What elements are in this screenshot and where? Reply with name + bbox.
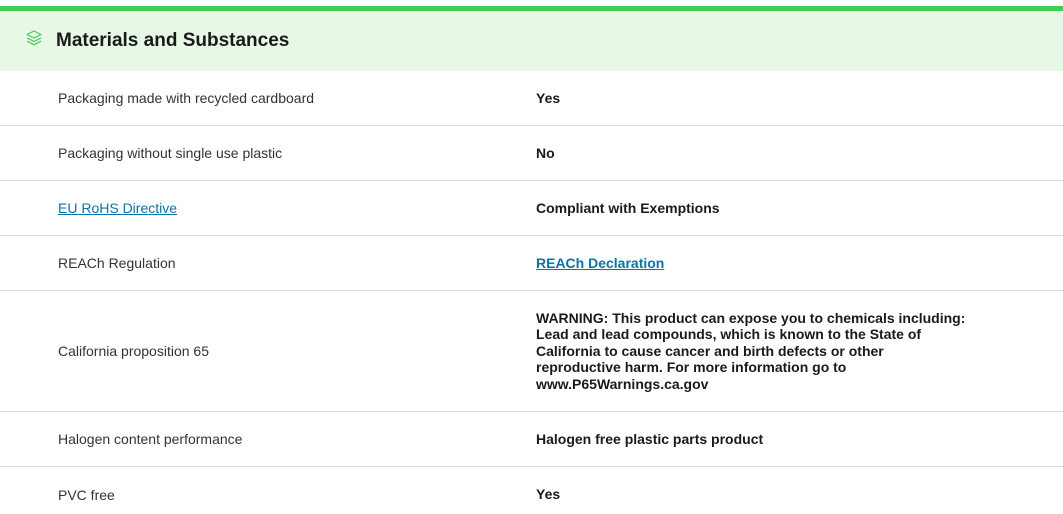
attribute-value: Yes — [536, 486, 561, 503]
attribute-label: Packaging without single use plastic — [58, 145, 283, 161]
attribute-label: Packaging made with recycled cardboard — [58, 90, 315, 106]
table-row: EU RoHS Directive Compliant with Exempti… — [0, 181, 1063, 236]
attribute-label: Halogen content performance — [58, 431, 243, 447]
attribute-value-cell: REACh Declaration — [536, 255, 966, 272]
table-row: California proposition 65 WARNING: This … — [0, 291, 1063, 412]
eu-rohs-directive-link[interactable]: EU RoHS Directive — [58, 200, 177, 216]
attribute-value: No — [536, 144, 555, 161]
attribute-label: PVC free — [58, 486, 115, 503]
attribute-value: Halogen free plastic parts product — [536, 430, 764, 447]
table-row: PVC free Yes — [0, 467, 1063, 514]
attributes-table: Packaging made with recycled cardboard Y… — [0, 71, 1063, 514]
attribute-label: REACh Regulation — [58, 255, 176, 271]
attribute-value: Compliant with Exemptions — [536, 199, 720, 216]
section-title: Materials and Substances — [56, 30, 290, 51]
attribute-value: Yes — [536, 89, 561, 106]
attribute-label-cell: EU RoHS Directive — [0, 200, 536, 216]
prop65-warning-text: WARNING: This product can expose you to … — [536, 309, 966, 392]
attribute-label: California proposition 65 — [58, 343, 209, 359]
table-row: Packaging made with recycled cardboard Y… — [0, 71, 1063, 126]
product-sustainability-page: Materials and Substances Packaging made … — [0, 0, 1063, 514]
layers-icon — [25, 29, 43, 47]
table-row: REACh Regulation REACh Declaration — [0, 236, 1063, 291]
section-header[interactable]: Materials and Substances — [0, 11, 1063, 71]
table-row: Packaging without single use plastic No — [0, 126, 1063, 181]
table-row: Halogen content performance Halogen free… — [0, 412, 1063, 467]
reach-declaration-link[interactable]: REACh Declaration — [536, 255, 664, 271]
